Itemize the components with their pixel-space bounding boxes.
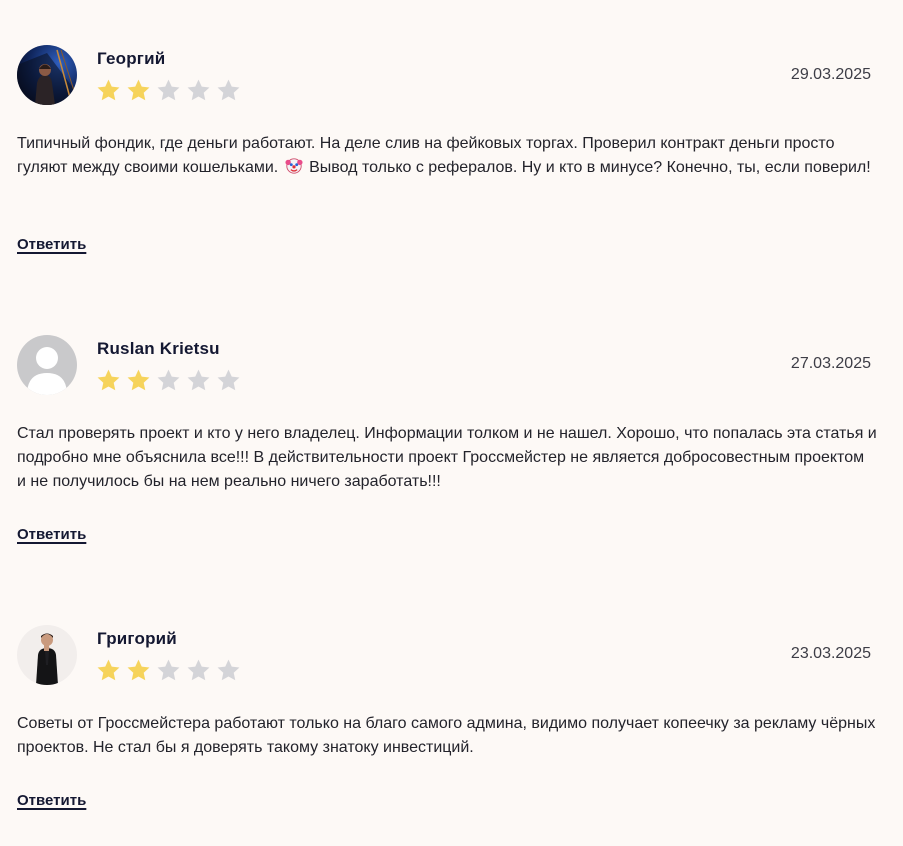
author-name: Ruslan Krietsu — [97, 339, 220, 358]
star-rating — [96, 78, 241, 103]
star-empty-icon — [157, 79, 180, 101]
review-text: Советы от Гроссмейстера работают только … — [17, 715, 876, 756]
star-filled-icon — [97, 79, 120, 101]
star-filled-icon — [97, 659, 120, 681]
review-text: Стал проверять проект и кто у него владе… — [17, 425, 877, 490]
star-empty-icon — [217, 659, 240, 681]
star-empty-icon — [217, 369, 240, 391]
star-empty-icon — [157, 369, 180, 391]
avatar — [17, 45, 77, 105]
photo-person-standing-icon — [17, 625, 77, 685]
star-filled-icon — [97, 369, 120, 391]
default-user-avatar-icon — [17, 335, 77, 395]
avatar — [17, 335, 77, 395]
review-date: 27.03.2025 — [790, 355, 871, 372]
clown-face-icon — [285, 158, 303, 174]
review-date: 29.03.2025 — [790, 66, 871, 83]
star-empty-icon — [187, 659, 210, 681]
review-text-part: Вывод только с рефералов. Ну и кто в мин… — [304, 159, 871, 176]
star-empty-icon — [187, 369, 210, 391]
avatar — [17, 625, 77, 685]
reply-button[interactable]: Ответить — [17, 236, 86, 253]
star-empty-icon — [157, 659, 180, 681]
star-filled-icon — [127, 369, 150, 391]
reply-button[interactable]: Ответить — [17, 526, 86, 543]
star-empty-icon — [217, 79, 240, 101]
review-date: 23.03.2025 — [790, 645, 871, 662]
star-empty-icon — [187, 79, 210, 101]
photo-person-night-icon — [17, 45, 77, 105]
star-filled-icon — [127, 79, 150, 101]
author-name: Григорий — [97, 629, 177, 648]
author-name: Георгий — [97, 49, 166, 68]
star-rating — [96, 368, 241, 393]
star-rating — [96, 658, 241, 683]
star-filled-icon — [127, 659, 150, 681]
reply-button[interactable]: Ответить — [17, 792, 86, 809]
review-text: Типичный фондик, где деньги работают. На… — [17, 132, 877, 180]
